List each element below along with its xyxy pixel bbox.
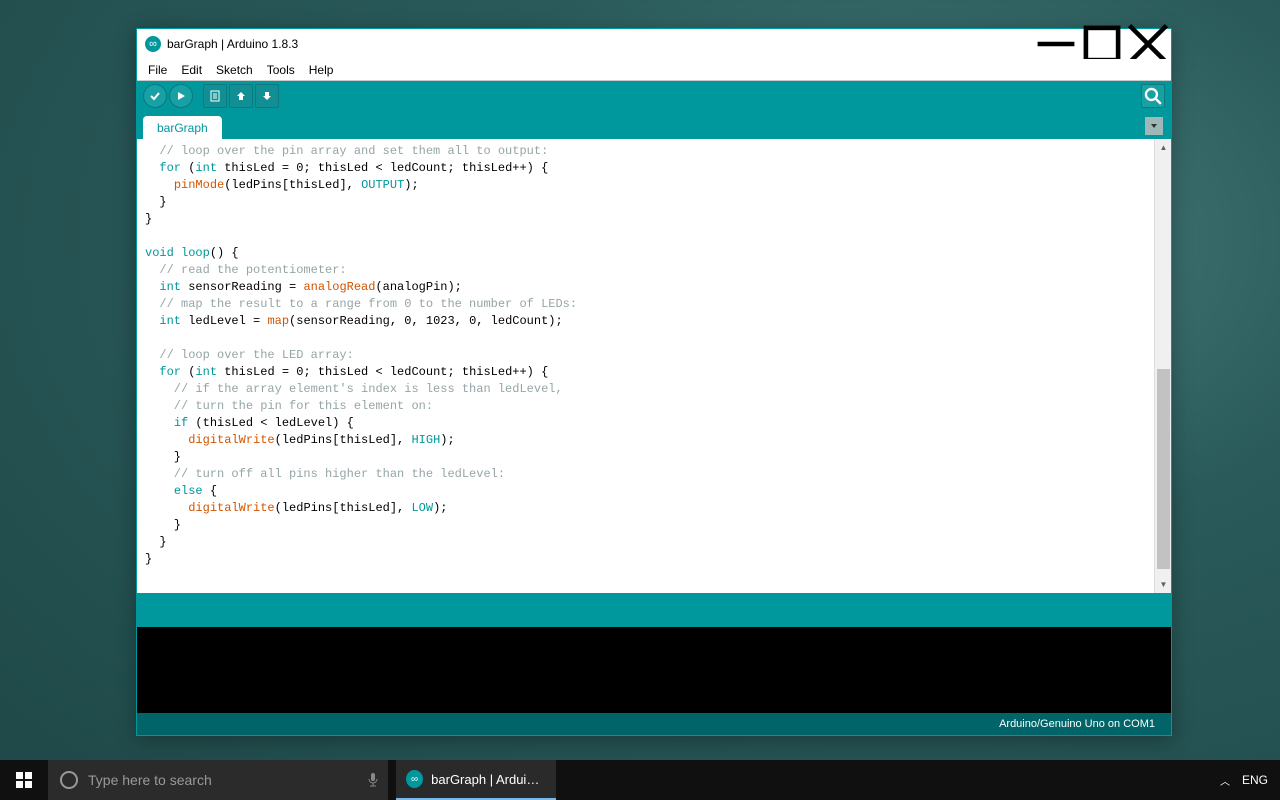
search-placeholder: Type here to search	[88, 772, 212, 788]
maximize-button[interactable]	[1079, 29, 1125, 59]
menu-tools[interactable]: Tools	[260, 61, 302, 79]
arduino-ide-window: barGraph | Arduino 1.8.3 File Edit Sketc…	[136, 28, 1172, 736]
taskbar-app-label: barGraph | Arduino...	[431, 772, 546, 787]
close-button[interactable]	[1125, 29, 1171, 59]
taskbar-search[interactable]: Type here to search	[48, 760, 388, 800]
menu-sketch[interactable]: Sketch	[209, 61, 260, 79]
start-button[interactable]	[0, 760, 48, 800]
new-sketch-button[interactable]	[203, 84, 227, 108]
scroll-up-icon[interactable]: ▲	[1155, 139, 1171, 156]
language-indicator[interactable]: ENG	[1242, 773, 1268, 787]
tray-overflow-icon[interactable]: ︿	[1220, 773, 1230, 788]
upload-button[interactable]	[169, 84, 193, 108]
editor-scrollbar[interactable]: ▲ ▼	[1154, 139, 1171, 593]
save-sketch-button[interactable]	[255, 84, 279, 108]
open-sketch-button[interactable]	[229, 84, 253, 108]
status-strip	[137, 593, 1171, 623]
serial-monitor-button[interactable]	[1141, 84, 1165, 108]
arduino-logo-icon	[145, 36, 161, 52]
console-output[interactable]	[137, 623, 1171, 713]
tab-menu-dropdown[interactable]	[1145, 117, 1163, 135]
system-tray: ︿ ENG	[1220, 760, 1280, 800]
window-title: barGraph | Arduino 1.8.3	[167, 37, 298, 51]
footer-bar: Arduino/Genuino Uno on COM1	[137, 713, 1171, 735]
code-editor[interactable]: // loop over the pin array and set them …	[137, 139, 1154, 593]
verify-button[interactable]	[143, 84, 167, 108]
microphone-icon[interactable]	[358, 772, 388, 788]
windows-taskbar: Type here to search ∞ barGraph | Arduino…	[0, 760, 1280, 800]
tab-bargraph[interactable]: barGraph	[143, 116, 222, 139]
menu-edit[interactable]: Edit	[174, 61, 209, 79]
tab-bar: barGraph	[137, 111, 1171, 139]
toolbar	[137, 81, 1171, 111]
minimize-button[interactable]	[1033, 29, 1079, 59]
scroll-down-icon[interactable]: ▼	[1155, 576, 1171, 593]
arduino-taskbar-icon: ∞	[406, 770, 423, 788]
menubar: File Edit Sketch Tools Help	[137, 59, 1171, 81]
titlebar[interactable]: barGraph | Arduino 1.8.3	[137, 29, 1171, 59]
menu-file[interactable]: File	[141, 61, 174, 79]
editor-area: // loop over the pin array and set them …	[137, 139, 1171, 593]
board-port-label: Arduino/Genuino Uno on COM1	[999, 718, 1155, 730]
cortana-icon	[60, 771, 78, 789]
taskbar-app-arduino[interactable]: ∞ barGraph | Arduino...	[396, 760, 556, 800]
scroll-thumb[interactable]	[1157, 369, 1170, 569]
menu-help[interactable]: Help	[302, 61, 341, 79]
